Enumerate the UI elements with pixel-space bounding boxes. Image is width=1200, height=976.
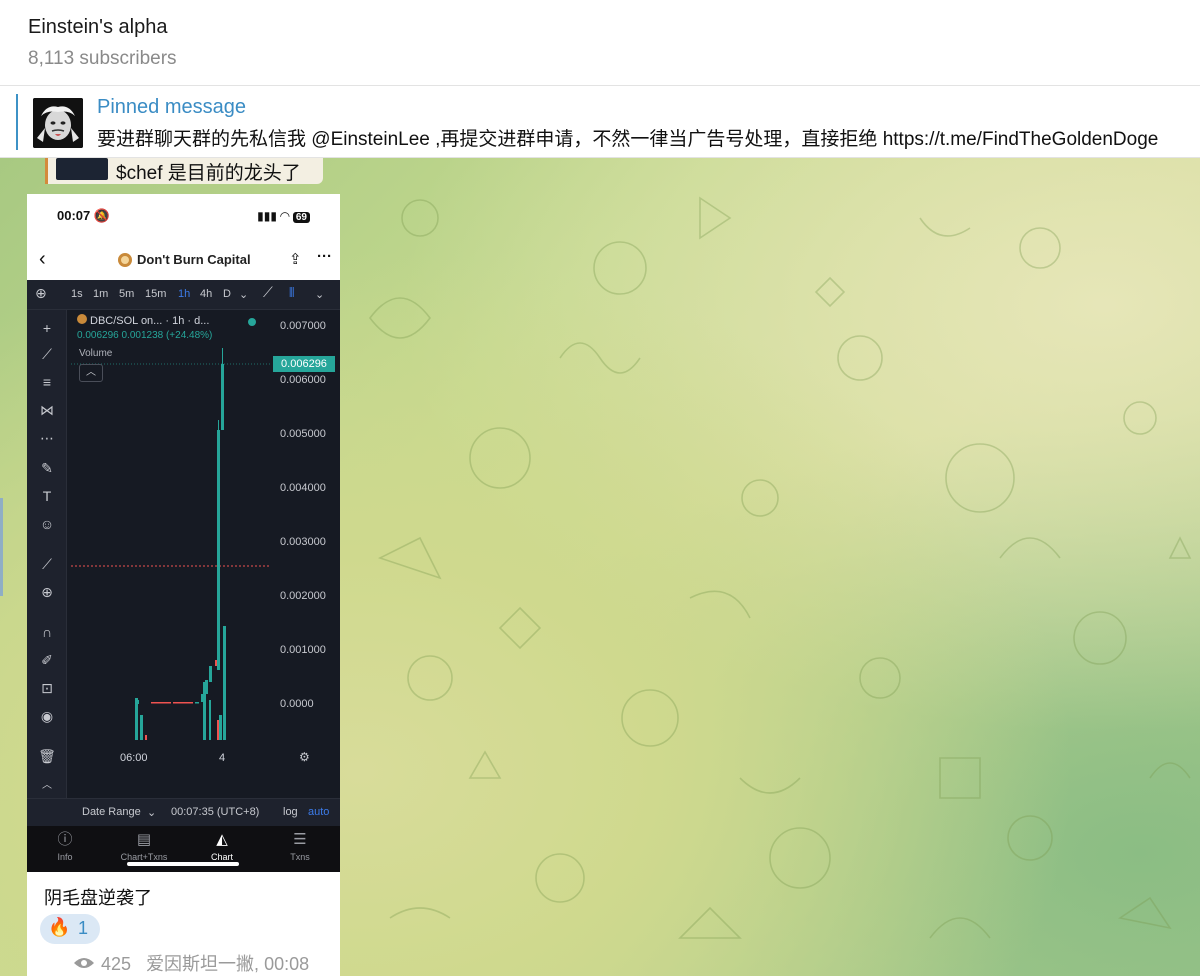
chart-legend-pair: DBC/SOL on... · 1h · d... bbox=[77, 314, 209, 327]
reaction-chip[interactable]: 🔥 1 bbox=[40, 914, 100, 944]
reply-thumbnail bbox=[56, 158, 108, 180]
pinned-label: Pinned message bbox=[97, 96, 246, 118]
message-caption: 阴毛盘逆袭了 🔥 1 425 爱因斯坦一撇, 00:08 bbox=[27, 872, 340, 976]
pinned-accent-bar bbox=[16, 94, 18, 150]
date-range-label: Date Range bbox=[82, 806, 141, 818]
y-tick-label: 0.003000 bbox=[280, 536, 326, 548]
chart-toolbar: ⊕ 1s 1m 5m 15m 1h 4h D ⌄ ⟋ ⫴ ⌄ bbox=[27, 280, 340, 310]
author-time: 爱因斯坦一撇, 00:08 bbox=[146, 954, 310, 974]
timeframe-1h: 1h bbox=[178, 288, 191, 300]
status-icons: ▮▮▮ ◠ 69 bbox=[257, 209, 310, 223]
view-count: 425 bbox=[101, 954, 132, 974]
subscriber-count: 8,113 subscribers bbox=[28, 48, 177, 69]
y-tick-label: 0.006000 bbox=[280, 374, 326, 386]
caption-text: 阴毛盘逆袭了 bbox=[44, 888, 152, 908]
y-tick-label: 0.004000 bbox=[280, 482, 326, 494]
views-eye-icon bbox=[73, 954, 95, 975]
chart-settings-icon: ⚙ bbox=[299, 750, 310, 764]
y-tick-label: 0.002000 bbox=[280, 590, 326, 602]
screenshot-image[interactable]: 00:07 🔕 ▮▮▮ ◠ 69 ‹ Don't Burn Capital ⇪ … bbox=[27, 194, 340, 872]
pinned-thumbnail bbox=[33, 98, 83, 148]
chart-type-dropdown-icon: ⌄ bbox=[315, 289, 325, 301]
info-icon: ⓘ bbox=[57, 831, 73, 848]
message-bubble[interactable]: $chef 是目前的龙头了 00:07 🔕 ▮▮▮ ◠ 69 ‹ Don't B… bbox=[27, 158, 340, 976]
more-icon: ··· bbox=[317, 248, 332, 265]
mute-bell-icon: 🔕 bbox=[93, 208, 111, 223]
pinned-text[interactable]: 要进群聊天群的先私信我 @EinsteinLee ,再提交进群申请，不然一律当广… bbox=[97, 124, 1158, 151]
collapse-legend-icon: ︿ bbox=[79, 364, 103, 382]
y-tick-label: 0.005000 bbox=[280, 428, 326, 440]
tab-info: ⓘ Info bbox=[30, 830, 100, 862]
reply-quote-text: $chef 是目前的龙头了 bbox=[116, 163, 301, 184]
log-toggle: log bbox=[283, 806, 298, 818]
x-tick-label: 06:00 bbox=[120, 752, 148, 764]
price-chart: + ⟋ ≡ ⋈ ⋯ ✎ T ☺ ⟋ ⊕ ∩ ✐ ⊡ ◉ 🗑 ︿ DBC/SOL … bbox=[27, 310, 340, 798]
scroll-indicator bbox=[0, 498, 3, 596]
time-readout: 00:07:35 (UTC+8) bbox=[171, 806, 260, 818]
candles-icon: ⫴ bbox=[289, 285, 295, 300]
signal-icon: ▮▮▮ bbox=[257, 209, 277, 223]
current-price-tag: 0.006296 bbox=[273, 356, 335, 372]
token-logo-small-icon bbox=[77, 314, 87, 324]
timeframe-d: D bbox=[223, 288, 231, 300]
y-tick-label: 0.007000 bbox=[280, 320, 326, 332]
auto-toggle: auto bbox=[308, 806, 330, 818]
reaction-count: 1 bbox=[78, 918, 89, 938]
chart-legend-values: 0.006296 0.001238 (+24.48%) bbox=[77, 330, 213, 341]
tab-chart-txns: ▤ Chart+Txns bbox=[109, 830, 179, 862]
chart-footer: Date Range ⌄ 00:07:35 (UTC+8) log auto bbox=[27, 798, 340, 826]
volume-label: Volume bbox=[79, 348, 113, 359]
y-tick-label: 0.0000 bbox=[280, 698, 314, 710]
token-name: Don't Burn Capital bbox=[137, 252, 251, 267]
channel-title[interactable]: Einstein's alpha bbox=[28, 16, 167, 39]
tab-chart: ◭ Chart bbox=[187, 830, 257, 862]
pinned-message-bar[interactable]: Pinned message 要进群聊天群的先私信我 @EinsteinLee … bbox=[0, 86, 1200, 158]
token-logo-icon bbox=[118, 253, 132, 267]
status-time: 00:07 🔕 bbox=[57, 208, 111, 223]
list-icon: ☰ bbox=[293, 831, 307, 848]
chat-header[interactable]: Einstein's alpha 8,113 subscribers bbox=[0, 0, 1200, 86]
timeframe-5m: 5m bbox=[119, 288, 135, 300]
battery-icon: 69 bbox=[292, 212, 310, 223]
add-indicator-icon: ⊕ bbox=[35, 285, 47, 301]
line-chart-icon: ⟋ bbox=[263, 284, 273, 300]
home-indicator bbox=[127, 862, 239, 866]
timeframe-dropdown-icon: ⌄ bbox=[239, 289, 249, 301]
tab-txns: ☰ Txns bbox=[265, 830, 335, 862]
timeframe-1s: 1s bbox=[71, 288, 83, 300]
split-view-icon: ▤ bbox=[136, 831, 152, 848]
fire-emoji-icon: 🔥 bbox=[48, 917, 71, 937]
chart-icon: ◭ bbox=[216, 831, 228, 848]
y-tick-label: 0.001000 bbox=[280, 644, 326, 656]
share-icon: ⇪ bbox=[289, 251, 302, 268]
timeframe-4h: 4h bbox=[200, 288, 213, 300]
back-chevron-icon: ‹ bbox=[39, 248, 46, 270]
timeframe-1m: 1m bbox=[93, 288, 109, 300]
live-indicator bbox=[248, 318, 256, 326]
reply-quote[interactable]: $chef 是目前的龙头了 bbox=[45, 158, 323, 184]
wifi-icon: ◠ bbox=[280, 209, 290, 223]
x-tick-label: 4 bbox=[219, 752, 226, 764]
message-meta: 425 爱因斯坦一撇, 00:08 bbox=[73, 950, 309, 976]
date-range-chevron-icon: ⌄ bbox=[147, 807, 157, 819]
phone-nav-bar: ‹ Don't Burn Capital ⇪ ··· bbox=[27, 242, 340, 280]
phone-status-bar: 00:07 🔕 ▮▮▮ ◠ 69 bbox=[27, 194, 340, 242]
timeframe-15m: 15m bbox=[145, 288, 167, 300]
